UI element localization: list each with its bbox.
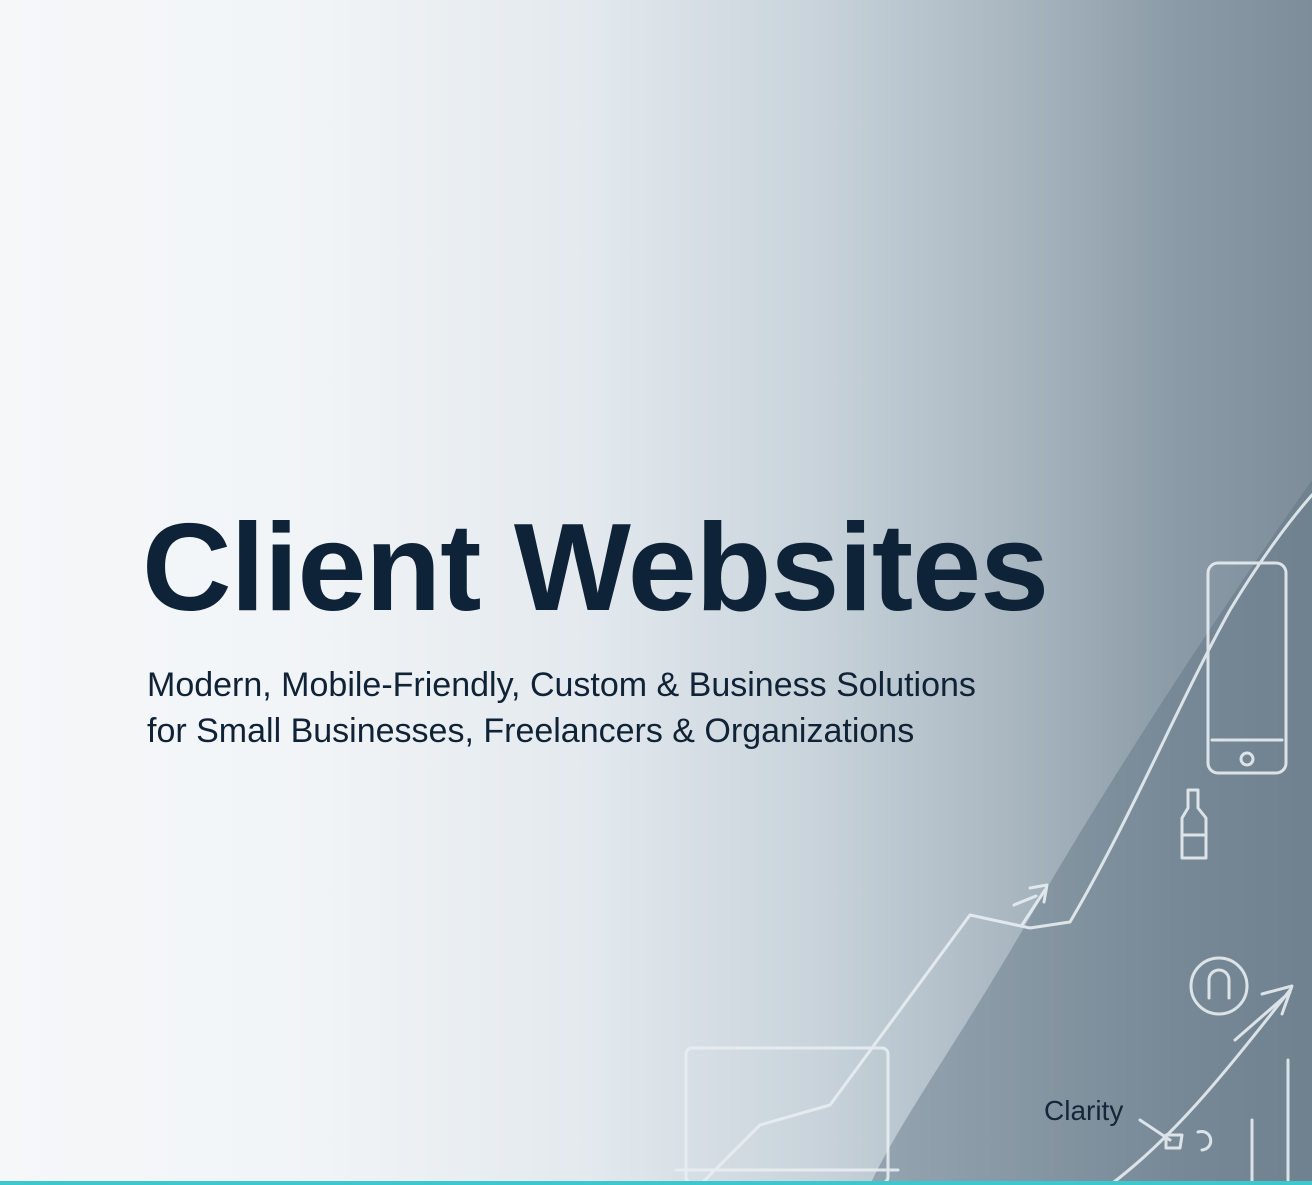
page-subtitle: Modern, Mobile-Friendly, Custom & Busine…	[147, 662, 976, 754]
subtitle-line-1: Modern, Mobile-Friendly, Custom & Busine…	[147, 666, 976, 704]
page-title: Client Websites	[142, 499, 1049, 637]
laptop-icon	[674, 1046, 900, 1185]
accent-bar	[0, 1181, 1312, 1185]
clarity-label: Clarity	[1044, 1095, 1124, 1126]
subtitle-line-2: for Small Businesses, Freelancers & Orga…	[147, 712, 915, 750]
hero-section: Client Websites Modern, Mobile-Friendly,…	[0, 0, 1312, 1185]
